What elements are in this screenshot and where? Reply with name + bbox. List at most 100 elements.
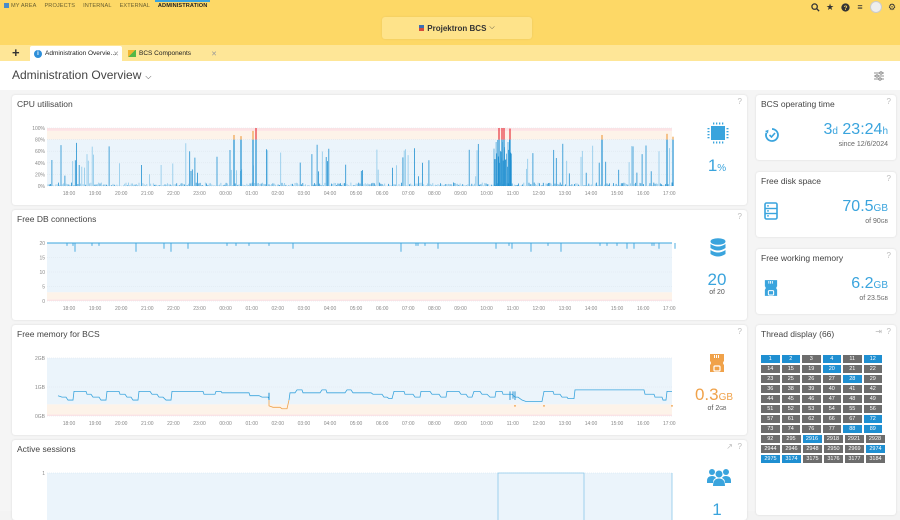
thread-item[interactable]: 25 bbox=[781, 375, 800, 383]
thread-item[interactable]: 20 bbox=[822, 365, 841, 373]
thread-item[interactable]: 39 bbox=[802, 385, 821, 393]
settings-sliders-icon[interactable] bbox=[874, 71, 884, 81]
project-selector[interactable]: Projektron BCS ⌵ bbox=[382, 17, 532, 39]
thread-item[interactable]: 46 bbox=[802, 395, 821, 403]
thread-item[interactable]: 51 bbox=[761, 405, 780, 413]
page-title[interactable]: Administration Overview ⌵ bbox=[12, 68, 151, 82]
thread-item[interactable]: 38 bbox=[781, 385, 800, 393]
thread-item[interactable]: 26 bbox=[802, 375, 821, 383]
thread-item[interactable]: 1 bbox=[761, 355, 780, 363]
thread-item[interactable]: 2928 bbox=[865, 435, 885, 443]
nav-projects[interactable]: PROJECTS bbox=[44, 3, 75, 9]
thread-item[interactable]: 89 bbox=[863, 425, 882, 433]
add-tab-button[interactable]: + bbox=[12, 45, 20, 60]
thread-item[interactable]: 88 bbox=[843, 425, 862, 433]
thread-item[interactable]: 3174 bbox=[782, 455, 801, 463]
thread-item[interactable]: 53 bbox=[802, 405, 821, 413]
x-tick-label: 17:00 bbox=[663, 421, 676, 427]
thread-item[interactable]: 74 bbox=[781, 425, 800, 433]
thread-item[interactable]: 44 bbox=[761, 395, 780, 403]
avatar[interactable] bbox=[870, 1, 882, 13]
nav-administration[interactable]: ADMINISTRATION bbox=[154, 0, 211, 9]
thread-item[interactable]: 55 bbox=[843, 405, 862, 413]
thread-item[interactable]: 2918 bbox=[823, 435, 843, 443]
gear-icon[interactable]: ⚙ bbox=[887, 2, 897, 12]
menu-icon[interactable]: ≡ bbox=[855, 2, 865, 12]
x-tick-label: 14:00 bbox=[585, 191, 598, 197]
help-icon[interactable]: ? bbox=[887, 251, 891, 260]
thread-item[interactable]: 2975 bbox=[761, 455, 780, 463]
thread-item[interactable]: 48 bbox=[843, 395, 862, 403]
thread-item[interactable]: 47 bbox=[822, 395, 841, 403]
thread-item[interactable]: 19 bbox=[802, 365, 821, 373]
thread-item[interactable]: 4 bbox=[822, 355, 841, 363]
thread-item[interactable]: 2 bbox=[781, 355, 800, 363]
tab-administration-overview[interactable]: i Administration Overvie… ✕ bbox=[30, 46, 122, 61]
card-title: Thread display (66) bbox=[761, 329, 835, 339]
thread-item[interactable]: 28 bbox=[843, 375, 862, 383]
thread-item[interactable]: 3184 bbox=[866, 455, 885, 463]
nav-my-area[interactable]: MY AREA bbox=[4, 3, 36, 9]
x-tick-label: 21:00 bbox=[141, 191, 154, 197]
thread-item[interactable]: 2948 bbox=[803, 445, 822, 453]
thread-item[interactable]: 62 bbox=[802, 415, 821, 423]
search-icon[interactable] bbox=[810, 2, 820, 12]
help-icon[interactable]: ? bbox=[887, 327, 891, 336]
thread-item[interactable]: 41 bbox=[843, 385, 862, 393]
thread-item[interactable]: 21 bbox=[843, 365, 862, 373]
x-tick-label: 15:00 bbox=[611, 306, 624, 312]
cpu-icon bbox=[707, 122, 729, 144]
thread-item[interactable]: 61 bbox=[781, 415, 800, 423]
x-tick-label: 23:00 bbox=[193, 421, 206, 427]
thread-item[interactable]: 2944 bbox=[761, 445, 780, 453]
thread-item[interactable]: 27 bbox=[822, 375, 841, 383]
thread-item[interactable]: 2916 bbox=[802, 435, 822, 443]
thread-item[interactable]: 42 bbox=[863, 385, 882, 393]
thread-item[interactable]: 67 bbox=[843, 415, 862, 423]
thread-display-card: Thread display (66) ⇥ ? 1 2 3 4 11 12 14 15 19 20… bbox=[756, 325, 896, 515]
thread-item[interactable]: 76 bbox=[802, 425, 821, 433]
close-icon[interactable]: ✕ bbox=[113, 50, 119, 58]
star-icon[interactable]: ★ bbox=[825, 2, 835, 12]
help-icon[interactable]: ? bbox=[840, 2, 850, 12]
thread-item[interactable]: 49 bbox=[863, 395, 882, 403]
thread-item[interactable]: 66 bbox=[822, 415, 841, 423]
help-icon[interactable]: ? bbox=[887, 174, 891, 183]
x-tick-label: 01:00 bbox=[245, 306, 258, 312]
thread-item[interactable]: 295 bbox=[781, 435, 801, 443]
nav-internal[interactable]: INTERNAL bbox=[83, 3, 111, 9]
thread-item[interactable]: 2946 bbox=[782, 445, 801, 453]
thread-item[interactable]: 11 bbox=[843, 355, 862, 363]
nav-external[interactable]: EXTERNAL bbox=[120, 3, 150, 9]
x-tick-label: 10:00 bbox=[480, 306, 493, 312]
thread-item[interactable]: 54 bbox=[822, 405, 841, 413]
thread-item[interactable]: 56 bbox=[863, 405, 882, 413]
thread-item[interactable]: 2974 bbox=[866, 445, 885, 453]
tab-bcs-components[interactable]: BCS Components ✕ bbox=[124, 46, 220, 61]
help-icon[interactable]: ? bbox=[887, 97, 891, 106]
thread-item[interactable]: 2969 bbox=[845, 445, 864, 453]
thread-item[interactable]: 3175 bbox=[803, 455, 822, 463]
thread-item[interactable]: 77 bbox=[822, 425, 841, 433]
thread-item[interactable]: 3176 bbox=[824, 455, 843, 463]
thread-item[interactable]: 15 bbox=[781, 365, 800, 373]
thread-item[interactable]: 12 bbox=[863, 355, 882, 363]
export-icon[interactable]: ⇥ bbox=[875, 327, 882, 336]
thread-item[interactable]: 23 bbox=[761, 375, 780, 383]
close-icon[interactable]: ✕ bbox=[211, 50, 217, 58]
thread-item[interactable]: 29 bbox=[863, 375, 882, 383]
thread-item[interactable]: 57 bbox=[761, 415, 780, 423]
thread-item[interactable]: 52 bbox=[781, 405, 800, 413]
thread-item[interactable]: 2921 bbox=[844, 435, 864, 443]
thread-item[interactable]: 40 bbox=[822, 385, 841, 393]
thread-item[interactable]: 45 bbox=[781, 395, 800, 403]
thread-item[interactable]: 2950 bbox=[824, 445, 843, 453]
thread-item[interactable]: 72 bbox=[863, 415, 882, 423]
thread-item[interactable]: 36 bbox=[761, 385, 780, 393]
thread-item[interactable]: 73 bbox=[761, 425, 780, 433]
thread-item[interactable]: 3177 bbox=[845, 455, 864, 463]
thread-item[interactable]: 22 bbox=[863, 365, 882, 373]
thread-item[interactable]: 92 bbox=[761, 435, 780, 443]
thread-item[interactable]: 14 bbox=[761, 365, 780, 373]
thread-item[interactable]: 3 bbox=[802, 355, 821, 363]
